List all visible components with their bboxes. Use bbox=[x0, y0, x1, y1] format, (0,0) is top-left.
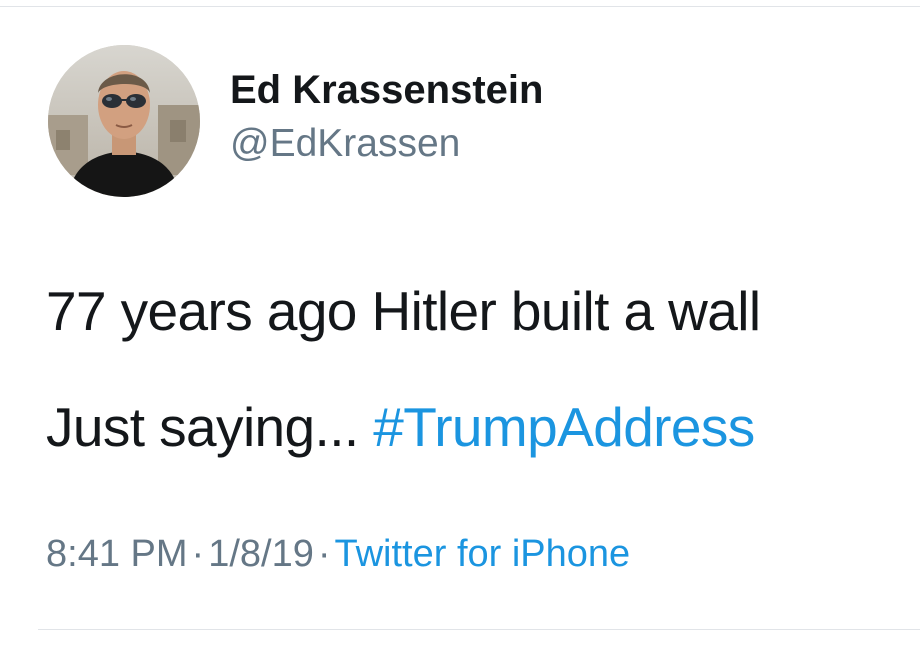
meta-separator: · bbox=[191, 533, 205, 575]
tweet-date[interactable]: 1/8/19 bbox=[208, 533, 314, 575]
hashtag-link[interactable]: #TrumpAddress bbox=[373, 396, 755, 458]
tweet-text-line-1: 77 years ago Hitler built a wall bbox=[46, 280, 761, 342]
top-divider bbox=[0, 6, 920, 7]
avatar-image bbox=[48, 45, 200, 197]
tweet-card: Ed Krassenstein @EdKrassen 77 years ago … bbox=[0, 0, 920, 648]
bottom-divider bbox=[38, 629, 920, 630]
source-link[interactable]: Twitter for iPhone bbox=[335, 533, 631, 575]
meta-separator: · bbox=[317, 533, 331, 575]
tweet-time[interactable]: 8:41 PM bbox=[46, 533, 188, 575]
avatar[interactable] bbox=[48, 45, 200, 197]
display-name[interactable]: Ed Krassenstein bbox=[230, 66, 543, 114]
tweet-text-line-2: Just saying... #TrumpAddress bbox=[46, 395, 755, 459]
user-handle[interactable]: @EdKrassen bbox=[230, 121, 460, 167]
tweet-metadata: 8:41 PM · 1/8/19 · Twitter for iPhone bbox=[46, 531, 630, 577]
tweet-text-plain: Just saying... bbox=[46, 396, 359, 458]
